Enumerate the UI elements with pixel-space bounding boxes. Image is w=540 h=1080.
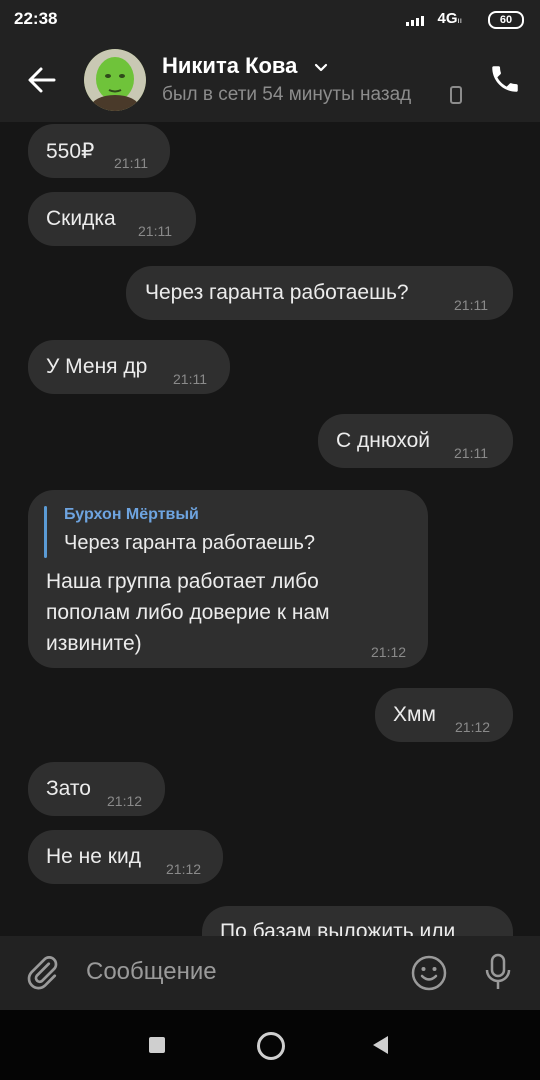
- message-list[interactable]: 550₽ 21:11 Скидка 21:11 Через гаранта ра…: [0, 122, 540, 936]
- phone-device-icon: [450, 86, 462, 104]
- reply-author[interactable]: Бурхон Мёртвый: [64, 506, 199, 524]
- message-text: Зато: [46, 777, 91, 800]
- message-composer: Сообщение: [0, 936, 540, 1010]
- nav-back-icon[interactable]: [370, 1034, 390, 1056]
- microphone-icon[interactable]: [482, 952, 514, 992]
- avatar[interactable]: [84, 49, 146, 111]
- back-arrow-icon[interactable]: [22, 60, 62, 100]
- message-bubble[interactable]: 550₽ 21:11: [28, 124, 170, 178]
- message-time: 21:12: [166, 861, 202, 877]
- signal-icon: [406, 16, 424, 26]
- message-text: Не не кид: [46, 845, 141, 868]
- status-bar: 22:38 4Gıı 60: [0, 0, 540, 38]
- message-time: 21:11: [454, 445, 488, 461]
- reply-quoted-text[interactable]: Через гаранта работаешь?: [64, 532, 315, 555]
- chevron-down-icon[interactable]: [313, 60, 329, 76]
- message-text: Через гаранта работаешь?: [145, 281, 409, 304]
- message-bubble[interactable]: Хмм 21:12: [375, 688, 513, 742]
- message-bubble[interactable]: Зато 21:12: [28, 762, 165, 816]
- contact-name[interactable]: Никита Кова: [162, 53, 297, 79]
- message-text: У Меня др: [46, 355, 148, 378]
- message-text: Наша группа работает либо пополам либо д…: [46, 570, 330, 655]
- paperclip-icon[interactable]: [24, 954, 60, 990]
- message-time: 21:12: [371, 644, 407, 660]
- battery-indicator: 60: [488, 11, 524, 29]
- recent-apps-icon[interactable]: [149, 1037, 165, 1053]
- message-time: 21:11: [173, 371, 207, 387]
- emoji-icon[interactable]: [410, 954, 448, 992]
- message-time: 21:12: [107, 793, 143, 809]
- reply-message-bubble[interactable]: Бурхон Мёртвый Через гаранта работаешь? …: [28, 490, 428, 668]
- message-text: С днюхой: [336, 429, 431, 452]
- system-nav-bar: [0, 1010, 540, 1080]
- presence-status: был в сети 54 минуты назад: [162, 84, 412, 105]
- call-icon[interactable]: [488, 62, 522, 96]
- message-time: 21:11: [454, 297, 488, 313]
- message-text: Скидка: [46, 207, 116, 230]
- message-time: 21:11: [138, 223, 172, 239]
- network-type: 4Gıı: [437, 10, 462, 27]
- message-bubble[interactable]: Через гаранта работаешь? 21:11: [126, 266, 513, 320]
- message-input[interactable]: Сообщение: [86, 958, 217, 986]
- message-text: По базам выложить или: [220, 920, 456, 936]
- status-time: 22:38: [14, 9, 58, 28]
- message-text: Хмм: [393, 703, 436, 726]
- message-bubble[interactable]: Скидка 21:11: [28, 192, 196, 246]
- message-time: 21:12: [455, 719, 491, 735]
- message-text: 550₽: [46, 140, 95, 163]
- home-icon[interactable]: [257, 1032, 285, 1060]
- chat-header: Никита Кова был в сети 54 минуты назад: [0, 38, 540, 122]
- message-bubble[interactable]: По базам выложить или: [202, 906, 513, 936]
- message-bubble[interactable]: Не не кид 21:12: [28, 830, 223, 884]
- message-time: 21:11: [114, 155, 148, 171]
- reply-quote-bar: [44, 506, 47, 558]
- message-bubble[interactable]: С днюхой 21:11: [318, 414, 513, 468]
- message-bubble[interactable]: У Меня др 21:11: [28, 340, 230, 394]
